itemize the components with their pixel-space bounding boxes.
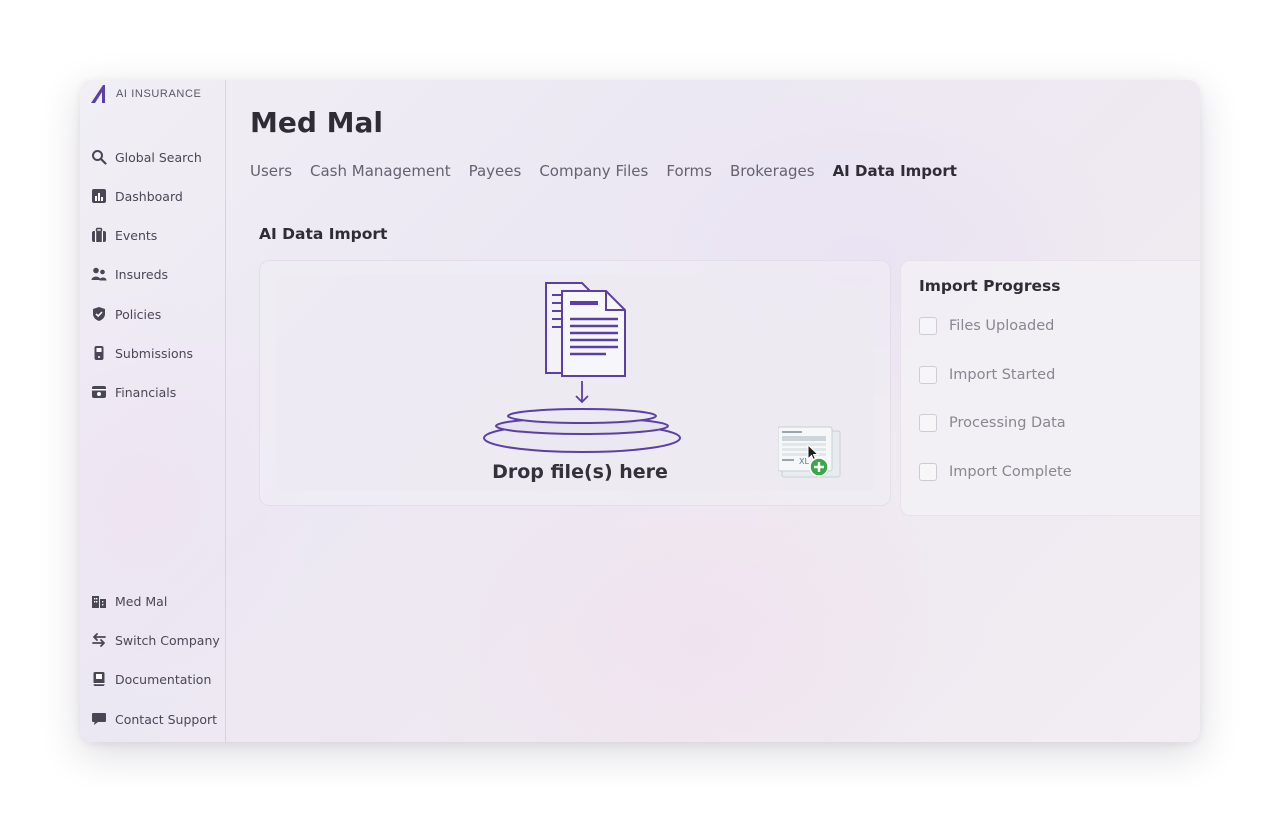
import-progress-panel: Import Progress Files Uploaded Import St… <box>900 260 1200 516</box>
sidebar-item-label: Global Search <box>115 149 202 165</box>
phone-icon <box>94 346 104 360</box>
sidebar-item-label: Financials <box>115 384 177 400</box>
sidebar-item-label: Switch Company <box>115 632 220 648</box>
sidebar-item-label: Dashboard <box>115 188 183 204</box>
shield-icon <box>93 307 105 321</box>
sidebar: AI INSURANCE Global Search Dashboard Eve… <box>80 80 226 742</box>
main-content: Med Mal Users Cash Management Payees Com… <box>227 80 1200 742</box>
file-dropzone[interactable]: Drop file(s) here XL <box>259 260 891 506</box>
sidebar-item-submissions[interactable]: Submissions <box>91 343 193 363</box>
step-checkbox[interactable] <box>919 317 937 335</box>
step-label: Import Complete <box>949 464 1072 480</box>
logo[interactable]: AI INSURANCE <box>90 84 201 104</box>
briefcase-icon <box>92 227 106 242</box>
users-icon <box>91 267 107 281</box>
tab-bar: Users Cash Management Payees Company Fil… <box>250 162 957 180</box>
dragged-spreadsheet-file[interactable]: XL <box>777 425 846 485</box>
book-icon <box>93 672 105 686</box>
sidebar-item-label: Policies <box>115 306 162 322</box>
step-label: Files Uploaded <box>949 318 1055 334</box>
dragged-file-badge: XL <box>799 457 809 466</box>
logo-text: AI INSURANCE <box>116 88 202 100</box>
progress-step-files-uploaded: Files Uploaded <box>919 317 1054 335</box>
section-title: AI Data Import <box>259 225 388 243</box>
sidebar-item-global-search[interactable]: Global Search <box>91 147 202 167</box>
tab-brokerages[interactable]: Brokerages <box>730 162 815 180</box>
sidebar-item-documentation[interactable]: Documentation <box>91 669 211 689</box>
progress-step-import-complete: Import Complete <box>919 463 1072 481</box>
tab-payees[interactable]: Payees <box>469 162 522 180</box>
search-icon <box>92 150 107 165</box>
sidebar-item-label: Events <box>115 227 158 243</box>
sidebar-item-label: Insureds <box>115 266 169 282</box>
chat-icon <box>92 713 106 725</box>
sidebar-item-label: Documentation <box>115 671 212 687</box>
sidebar-item-switch-company[interactable]: Switch Company <box>91 630 220 650</box>
tab-company-files[interactable]: Company Files <box>539 162 648 180</box>
step-checkbox[interactable] <box>919 463 937 481</box>
sidebar-item-label: Med Mal <box>115 593 168 609</box>
step-checkbox[interactable] <box>919 414 937 432</box>
sidebar-item-contact-support[interactable]: Contact Support <box>91 709 217 729</box>
sidebar-item-financials[interactable]: Financials <box>91 382 176 402</box>
step-label: Import Started <box>949 367 1056 383</box>
sidebar-item-policies[interactable]: Policies <box>91 304 161 324</box>
app-window: AI INSURANCE Global Search Dashboard Eve… <box>80 80 1200 742</box>
tab-ai-data-import[interactable]: AI Data Import <box>833 162 957 180</box>
building-icon <box>92 596 106 608</box>
sidebar-item-events[interactable]: Events <box>91 225 157 245</box>
progress-title: Import Progress <box>919 277 1061 295</box>
progress-step-import-started: Import Started <box>919 366 1055 384</box>
logo-mark-icon <box>91 85 105 103</box>
tab-cash-management[interactable]: Cash Management <box>310 162 451 180</box>
sidebar-item-dashboard[interactable]: Dashboard <box>91 186 183 206</box>
step-checkbox[interactable] <box>919 366 937 384</box>
wallet-icon <box>92 386 106 398</box>
chart-icon <box>92 189 106 203</box>
upload-documents-icon <box>483 282 681 453</box>
sidebar-item-label: Contact Support <box>115 711 218 727</box>
sidebar-item-label: Submissions <box>115 345 194 361</box>
page-title: Med Mal <box>250 106 383 139</box>
tab-forms[interactable]: Forms <box>666 162 712 180</box>
spreadsheet-file-icon <box>777 426 841 478</box>
sidebar-item-insureds[interactable]: Insureds <box>91 264 168 284</box>
progress-step-processing-data: Processing Data <box>919 414 1066 432</box>
step-label: Processing Data <box>949 415 1066 431</box>
tab-users[interactable]: Users <box>250 162 292 180</box>
sidebar-item-med-mal[interactable]: Med Mal <box>91 591 167 611</box>
swap-icon <box>92 633 106 647</box>
